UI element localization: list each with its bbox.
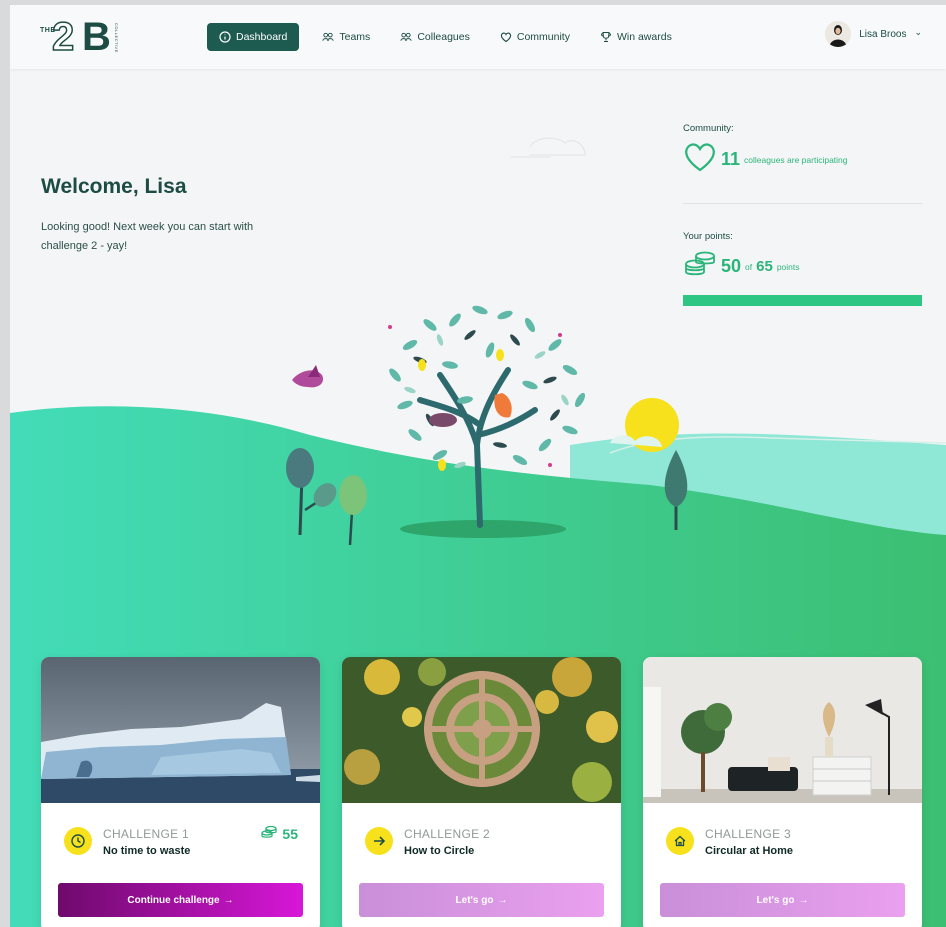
welcome-message: Looking good! Next week you can start wi… [41, 221, 254, 252]
brand-logo[interactable]: THE 2 B COLLECTIVE [40, 14, 120, 60]
community-stat: 11 colleagues are participating [683, 142, 922, 177]
lets-go-button[interactable]: Let's go → [359, 883, 604, 917]
arrow-right-icon: → [497, 894, 508, 906]
user-name: Lisa Broos [859, 28, 907, 40]
challenge-title: How to Circle [404, 845, 475, 857]
community-count: 11 [721, 149, 741, 169]
nav-item-teams[interactable]: Teams [311, 23, 381, 51]
logo-collective-text: COLLECTIVE [114, 23, 119, 53]
challenge-card-body: CHALLENGE 2 How to Circle Let's go → [342, 803, 621, 927]
nav-label-colleagues: Colleagues [417, 31, 470, 43]
button-label: Let's go [756, 894, 795, 906]
avatar [825, 21, 852, 47]
heart-icon [683, 142, 717, 177]
nav-item-community[interactable]: Community [489, 23, 581, 51]
challenge-card-body: CHALLENGE 3 Circular at Home Let's go → [643, 803, 922, 927]
points-stat: 50 of 65 points [683, 250, 922, 283]
points-of: of [745, 261, 753, 272]
challenge-card-1[interactable]: CHALLENGE 1 No time to waste 55 Continue… [41, 657, 320, 927]
heart-icon [500, 31, 512, 43]
garden-aerial-image [342, 657, 621, 803]
points-total: 65 [756, 258, 773, 275]
points-unit: points [776, 261, 800, 272]
nav-label-community: Community [516, 31, 570, 43]
chevron-down-icon: ⌄ [914, 26, 922, 37]
challenge-label: CHALLENGE 1 [103, 827, 189, 841]
arrow-right-icon: → [223, 894, 234, 906]
nav-label-win-awards: Win awards [616, 31, 672, 43]
logo-two-glyph: 2 [51, 14, 75, 60]
living-room-image [643, 657, 922, 803]
page-title: Welcome, Lisa [41, 175, 187, 198]
challenge-card-body: CHALLENGE 1 No time to waste 55 Continue… [41, 803, 320, 927]
nav-label-teams: Teams [339, 31, 371, 43]
logo-b-glyph: B [82, 15, 111, 59]
challenge-points: 55 [260, 825, 298, 842]
points-current: 50 [721, 256, 742, 276]
home-icon [666, 827, 694, 855]
nav-item-win-awards[interactable]: Win awards [589, 23, 683, 51]
challenge-title: No time to waste [103, 845, 191, 857]
points-label: Your points: [683, 231, 733, 242]
button-label: Continue challenge [127, 894, 220, 906]
challenge-card-2[interactable]: CHALLENGE 2 How to Circle Let's go → [342, 657, 621, 927]
coins-icon [683, 250, 717, 283]
user-menu[interactable]: Lisa Broos ⌄ [825, 21, 922, 47]
challenge-title: Circular at Home [705, 845, 794, 857]
team-icon [322, 31, 334, 43]
community-label: Community: [683, 123, 734, 134]
nav-item-colleagues[interactable]: Colleagues [389, 23, 481, 51]
clock-icon [64, 827, 92, 855]
points-progress-bar [683, 295, 922, 306]
nav-label-dashboard: Dashboard [236, 31, 288, 43]
colleagues-icon [400, 31, 412, 43]
coins-icon [260, 825, 278, 842]
arrow-right-icon [365, 827, 393, 855]
main-nav: Dashboard Teams Colleagues Community Win… [207, 23, 691, 51]
challenge-label: CHALLENGE 2 [404, 827, 490, 841]
button-label: Let's go [455, 894, 494, 906]
trophy-icon [600, 31, 612, 43]
stats-panel: Community: 11 colleagues are participati… [683, 123, 922, 306]
points-progress-fill [683, 295, 922, 306]
info-icon [219, 31, 231, 43]
app-window: THE 2 B COLLECTIVE Dashboard Teams Colle… [10, 5, 946, 927]
iceberg-image [41, 657, 320, 803]
challenge-label: CHALLENGE 3 [705, 827, 791, 841]
nav-item-dashboard[interactable]: Dashboard [207, 23, 300, 51]
lets-go-button[interactable]: Let's go → [660, 883, 905, 917]
top-navigation-bar: THE 2 B COLLECTIVE Dashboard Teams Colle… [10, 5, 946, 69]
community-text: colleagues are participating [744, 154, 848, 165]
continue-challenge-button[interactable]: Continue challenge → [58, 883, 303, 917]
divider [683, 203, 922, 204]
challenge-points-value: 55 [282, 825, 298, 842]
arrow-right-icon: → [798, 894, 809, 906]
challenge-card-3[interactable]: CHALLENGE 3 Circular at Home Let's go → [643, 657, 922, 927]
